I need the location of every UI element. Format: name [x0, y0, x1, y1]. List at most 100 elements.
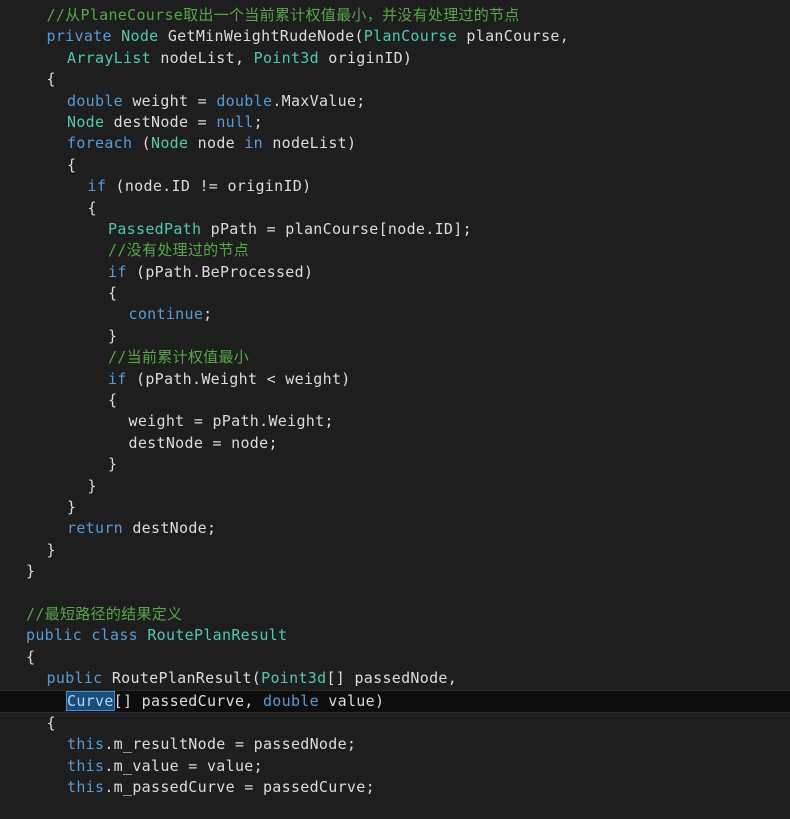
brace-token: {	[108, 391, 118, 410]
code-line[interactable]: return destNode;	[0, 518, 790, 539]
code-token: GetMinWeightRudeNode(	[158, 27, 364, 46]
code-line-current[interactable]: Curve[] passedCurve, double value)	[0, 689, 790, 713]
code-token: destNode;	[123, 519, 217, 538]
comment-token: //从PlaneCourse取出一个当前累计权值最小，并没有处理过的节点	[46, 6, 520, 24]
brace-token: {	[108, 284, 118, 303]
code-line[interactable]: destNode = node;	[0, 433, 790, 454]
type-token: Node	[151, 134, 189, 153]
brace-token: {	[26, 647, 36, 666]
code-line[interactable]: ArrayList nodeList, Point3d originID)	[0, 48, 790, 69]
keyword-token: this	[67, 756, 105, 775]
code-token: RoutePlanResult(	[102, 669, 262, 688]
keyword-token: public	[46, 669, 103, 688]
code-line[interactable]: //从PlaneCourse取出一个当前累计权值最小，并没有处理过的节点	[0, 5, 790, 26]
code-line[interactable]: double weight = double.MaxValue;	[0, 91, 790, 112]
code-line[interactable]: continue;	[0, 304, 790, 325]
code-line[interactable]: if (node.ID != originID)	[0, 176, 790, 197]
code-line[interactable]: public RoutePlanResult(Point3d[] passedN…	[0, 668, 790, 689]
code-token: (node.ID != originID)	[106, 177, 312, 196]
code-line[interactable]	[0, 583, 790, 604]
code-text-area[interactable]: //从PlaneCourse取出一个当前累计权值最小，并没有处理过的节点 priv…	[0, 5, 790, 798]
brace-token: }	[26, 562, 36, 581]
code-line[interactable]: {	[0, 647, 790, 668]
code-token: .MaxValue;	[272, 91, 366, 110]
keyword-token: class	[91, 626, 138, 645]
code-line[interactable]: //当前累计权值最小	[0, 347, 790, 368]
code-line[interactable]: }	[0, 561, 790, 582]
code-token: (pPath.BeProcessed)	[126, 262, 314, 281]
code-token: .m_resultNode = passedNode;	[104, 735, 357, 754]
code-token: planCourse,	[457, 27, 570, 46]
brace-token: }	[46, 540, 56, 559]
keyword-token: in	[244, 134, 263, 153]
code-line[interactable]: if (pPath.BeProcessed)	[0, 262, 790, 283]
brace-token: }	[108, 326, 118, 345]
code-line[interactable]: //最短路径的结果定义	[0, 604, 790, 625]
keyword-token: foreach	[67, 134, 133, 153]
code-line[interactable]: }	[0, 326, 790, 347]
code-line[interactable]: public class RoutePlanResult	[0, 625, 790, 646]
code-token: pPath = planCourse[node.ID];	[201, 219, 472, 238]
code-line[interactable]: this.m_resultNode = passedNode;	[0, 734, 790, 755]
code-token: .m_passedCurve = passedCurve;	[104, 778, 375, 797]
code-token: nodeList,	[150, 48, 254, 67]
type-token: Node	[67, 112, 105, 131]
keyword-token: private	[46, 27, 112, 46]
brace-token: {	[87, 198, 97, 217]
code-line[interactable]: foreach (Node node in nodeList)	[0, 133, 790, 154]
comment-token: //当前累计权值最小	[108, 348, 250, 367]
code-line[interactable]: }	[0, 540, 790, 561]
code-line[interactable]: this.m_passedCurve = passedCurve;	[0, 777, 790, 798]
code-line[interactable]: if (pPath.Weight < weight)	[0, 369, 790, 390]
keyword-token: this	[67, 735, 105, 754]
type-token: PlanCourse	[363, 27, 458, 46]
selected-token[interactable]: Curve	[66, 690, 115, 711]
code-line[interactable]: Node destNode = null;	[0, 112, 790, 133]
code-line[interactable]: weight = pPath.Weight;	[0, 411, 790, 432]
code-line[interactable]: {	[0, 713, 790, 734]
code-line[interactable]: {	[0, 390, 790, 411]
code-token: weight =	[123, 91, 217, 110]
keyword-token: this	[67, 778, 105, 797]
keyword-token: double	[262, 691, 319, 710]
type-token: ArrayList	[67, 48, 151, 67]
code-token: node	[188, 134, 245, 153]
code-token: destNode =	[104, 112, 217, 131]
type-token: Point3d	[253, 48, 319, 67]
code-line[interactable]: {	[0, 283, 790, 304]
code-line[interactable]: this.m_value = value;	[0, 756, 790, 777]
code-token: originID)	[318, 48, 413, 67]
code-line[interactable]: }	[0, 476, 790, 497]
keyword-token: public	[26, 626, 82, 645]
type-token: PassedPath	[108, 219, 202, 238]
code-token: .m_value = value;	[104, 756, 263, 775]
code-token: (pPath.Weight < weight)	[126, 369, 351, 388]
code-line[interactable]: PassedPath pPath = planCourse[node.ID];	[0, 219, 790, 240]
brace-token: {	[67, 155, 77, 174]
code-line[interactable]: private Node GetMinWeightRudeNode(PlanCo…	[0, 26, 790, 47]
code-line[interactable]: {	[0, 155, 790, 176]
code-token: value)	[318, 691, 385, 710]
keyword-token: return	[67, 519, 123, 538]
type-token: Node	[121, 27, 159, 46]
keyword-token: if	[108, 369, 127, 388]
brace-token: }	[87, 476, 97, 495]
code-line[interactable]: {	[0, 198, 790, 219]
code-line[interactable]: {	[0, 69, 790, 90]
code-line[interactable]: }	[0, 454, 790, 475]
code-token: destNode = node;	[128, 433, 278, 452]
code-line[interactable]: //没有处理过的节点	[0, 240, 790, 261]
code-editor[interactable]: //从PlaneCourse取出一个当前累计权值最小，并没有处理过的节点 priv…	[0, 0, 790, 819]
comment-token: //没有处理过的节点	[108, 241, 250, 260]
type-token: RoutePlanResult	[147, 626, 288, 645]
code-line[interactable]: }	[0, 497, 790, 518]
keyword-token: double	[216, 91, 273, 110]
code-token: (	[132, 134, 151, 153]
code-token: ;	[253, 112, 263, 131]
keyword-token: double	[67, 91, 123, 110]
code-token: nodeList)	[263, 134, 357, 153]
brace-token: }	[108, 455, 118, 474]
